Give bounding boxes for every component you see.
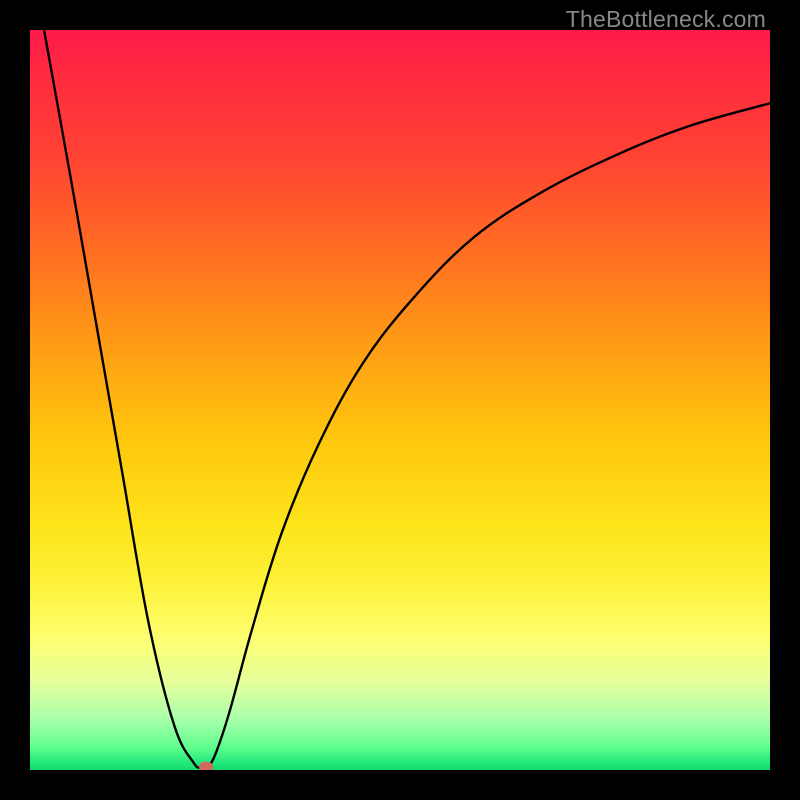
series-left-branch	[44, 30, 206, 770]
chart-container: TheBottleneck.com	[0, 0, 800, 800]
bottleneck-curve	[30, 30, 770, 770]
plot-area	[30, 30, 770, 770]
watermark-text: TheBottleneck.com	[566, 6, 766, 33]
min-marker	[199, 762, 213, 770]
series-right-branch	[206, 103, 770, 770]
